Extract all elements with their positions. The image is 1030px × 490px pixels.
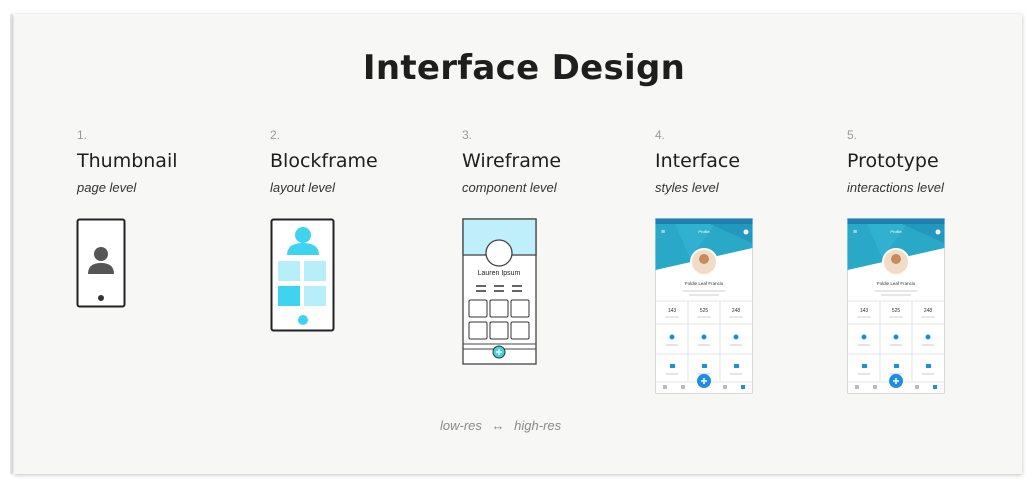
step-wireframe: 3. Wireframe component level [462,128,642,195]
mock-header-label: Profile [890,229,902,234]
low-res-label: low-res [440,418,482,433]
step-name: Prototype [847,150,939,172]
step-level: component level [462,180,557,195]
mock-stat: 143 [668,308,677,314]
mock-stat: 143 [860,308,869,314]
high-res-label: high-res [514,418,562,433]
step-level: layout level [270,180,336,195]
svg-text:≡: ≡ [661,229,665,236]
step-level: page level [77,180,137,195]
step-number: 4. [655,128,666,142]
step-level: styles level [655,180,719,195]
wireframe-name-label: Lauren Ipsum [478,270,521,277]
step-number: 5. [847,128,858,142]
mock-name-label: Foldie Leaf Francis [685,281,724,286]
resolution-caption: low-res ↔ high-res [440,418,567,433]
thumbnail-phone-sketch [76,218,126,308]
mock-header-label: Profile [698,229,710,234]
step-number: 2. [270,128,281,142]
step-name: Wireframe [462,150,562,172]
step-name: Interface [655,150,741,172]
blockframe-phone-sketch [270,218,335,332]
page-title: Interface Design [362,48,686,88]
step-number: 1. [77,128,88,142]
step-name: Blockframe [270,150,378,172]
step-number: 3. [462,128,473,142]
mock-name-label: Foldie Leaf Francis [877,281,916,286]
mock-stat: 248 [732,308,741,314]
prototype-phone-mockup: ≡ Profile Foldie Leaf Francis 143 525 24… [847,218,945,394]
arrow-icon: ↔ [491,418,505,433]
mock-stat: 525 [700,308,709,314]
mock-stat: 525 [892,308,901,314]
interface-phone-mockup: ≡ Profile Foldie Leaf Francis 143 525 24… [655,218,753,394]
step-level: interactions level [847,180,944,195]
step-thumbnail: 1. Thumbnail page level [77,128,257,195]
step-prototype: 5. Prototype interactions level [847,128,1027,195]
svg-text:≡: ≡ [853,229,857,236]
step-blockframe: 2. Blockframe layout level [270,128,450,195]
wireframe-phone-sketch: Lauren Ipsum [462,218,537,365]
mock-stat: 248 [924,308,933,314]
step-name: Thumbnail [77,150,178,172]
step-interface: 4. Interface styles level [655,128,835,195]
